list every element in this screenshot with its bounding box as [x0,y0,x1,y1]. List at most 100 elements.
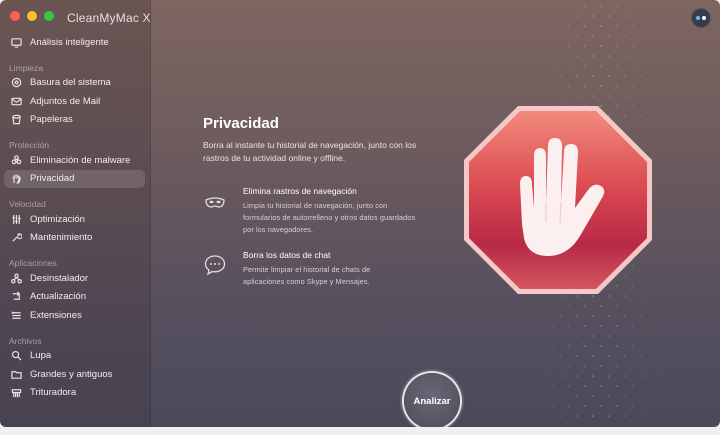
extensions-icon [10,309,22,321]
decorative-dot [656,175,658,177]
decorative-dot [568,5,570,7]
decorative-dot [544,315,546,317]
decorative-dot [632,345,634,347]
decorative-dot [600,45,602,47]
decorative-dot [544,355,546,357]
close-window-button[interactable] [10,11,20,21]
decorative-dot [624,95,626,97]
decorative-dot [592,55,594,57]
lens-icon [10,350,22,362]
decorative-dot [656,15,658,17]
sidebar-item-label: Grandes y antiguos [30,368,113,380]
decorative-dot [632,325,634,327]
decorative-dot [600,25,602,27]
decorative-dot [592,75,594,77]
decorative-dot [656,235,658,237]
decorative-dot [576,415,578,417]
decorative-dot [576,75,578,77]
decorative-dot [560,55,562,57]
decorative-dot [640,35,642,37]
decorative-dot [632,405,634,407]
sidebar-item-malware-removal[interactable]: Eliminación de malware [0,151,151,170]
decorative-dot [576,375,578,377]
sidebar-item-label: Papeleras [30,114,73,126]
decorative-dot [624,75,626,77]
decorative-dot [552,325,554,327]
decorative-dot [616,25,618,27]
sidebar-item-label: Lupa [30,350,52,362]
decorative-dot [536,385,538,387]
decorative-dot [648,345,650,347]
feature-description: Limpia tu historial de navegación, junto… [243,201,416,234]
sidebar-item-trash-bins[interactable]: Papeleras [0,111,151,130]
decorative-dot [648,25,650,27]
decorative-dot [544,75,546,77]
decorative-dot [640,95,642,97]
sidebar-item-mail-attachments[interactable]: Adjuntos de Mail [0,92,151,111]
sidebar-item-system-junk[interactable]: Basura del sistema [0,74,151,93]
page-description: Borra al instante tu historial de navega… [203,140,417,163]
section-header-cleanup: Limpieza [9,62,44,73]
decorative-dot [552,345,554,347]
decorative-dot [624,355,626,357]
decorative-dot [608,375,610,377]
decorative-dot [576,95,578,97]
sidebar-item-updater[interactable]: Actualización [0,288,151,307]
scan-button[interactable]: Analizar [404,373,460,427]
decorative-dot [656,55,658,57]
window-controls [10,11,54,21]
decorative-dot [552,25,554,27]
decorative-dot [568,365,570,367]
decorative-dot [624,315,626,317]
decorative-dot [568,345,570,347]
sidebar-item-shredder[interactable]: Trituradora [0,384,151,403]
sidebar-item-label: Optimización [30,213,85,225]
decorative-dot [544,15,546,17]
sidebar-item-extensions[interactable]: Extensiones [0,306,151,325]
decorative-dot [600,305,602,307]
decorative-dot [624,335,626,337]
decorative-dot [616,405,618,407]
decorative-dot [608,335,610,337]
folder-icon [10,368,22,380]
decorative-dot [640,355,642,357]
sidebar-item-maintenance[interactable]: Mantenimiento [0,229,151,248]
decorative-dot [648,405,650,407]
sidebar-item-large-old-files[interactable]: Grandes y antiguos [0,365,151,384]
decorative-dot [584,65,586,67]
sidebar-item-privacy[interactable]: Privacidad [4,169,145,188]
sidebar-item-label: Eliminación de malware [30,154,131,166]
zoom-window-button[interactable] [44,11,54,21]
wrench-icon [10,232,22,244]
sidebar-item-uninstaller[interactable]: Desinstalador [0,269,151,288]
decorative-dot [608,35,610,37]
sidebar-item-lens[interactable]: Lupa [0,347,151,366]
decorative-dot [608,415,610,417]
decorative-dot [624,375,626,377]
mail-icon [10,95,22,107]
sidebar-item-label: Privacidad [30,173,75,185]
decorative-dot [584,5,586,7]
decorative-dot [584,345,586,347]
decorative-dot [536,405,538,407]
sliders-icon [10,213,22,225]
minimize-window-button[interactable] [27,11,37,21]
decorative-dot [616,85,618,87]
decorative-dot [608,55,610,57]
decorative-dot [600,325,602,327]
decorative-dot [608,315,610,317]
decorative-dot [640,315,642,317]
decorative-dot [552,5,554,7]
sidebar-item-smart-scan[interactable]: Análisis inteligente [0,33,151,52]
decorative-dot [544,415,546,417]
decorative-dot [600,365,602,367]
decorative-dot [656,295,658,297]
scan-button-label: Analizar [413,395,451,407]
sidebar-item-optimization[interactable]: Optimización [0,210,151,229]
feature-description: Permite limpiar el historial de chats de… [243,265,371,286]
decorative-dot [568,325,570,327]
page-title: Privacidad [203,115,279,132]
decorative-dot [624,415,626,417]
section-header-applications: Aplicaciones [9,258,57,268]
decorative-dot [600,85,602,87]
